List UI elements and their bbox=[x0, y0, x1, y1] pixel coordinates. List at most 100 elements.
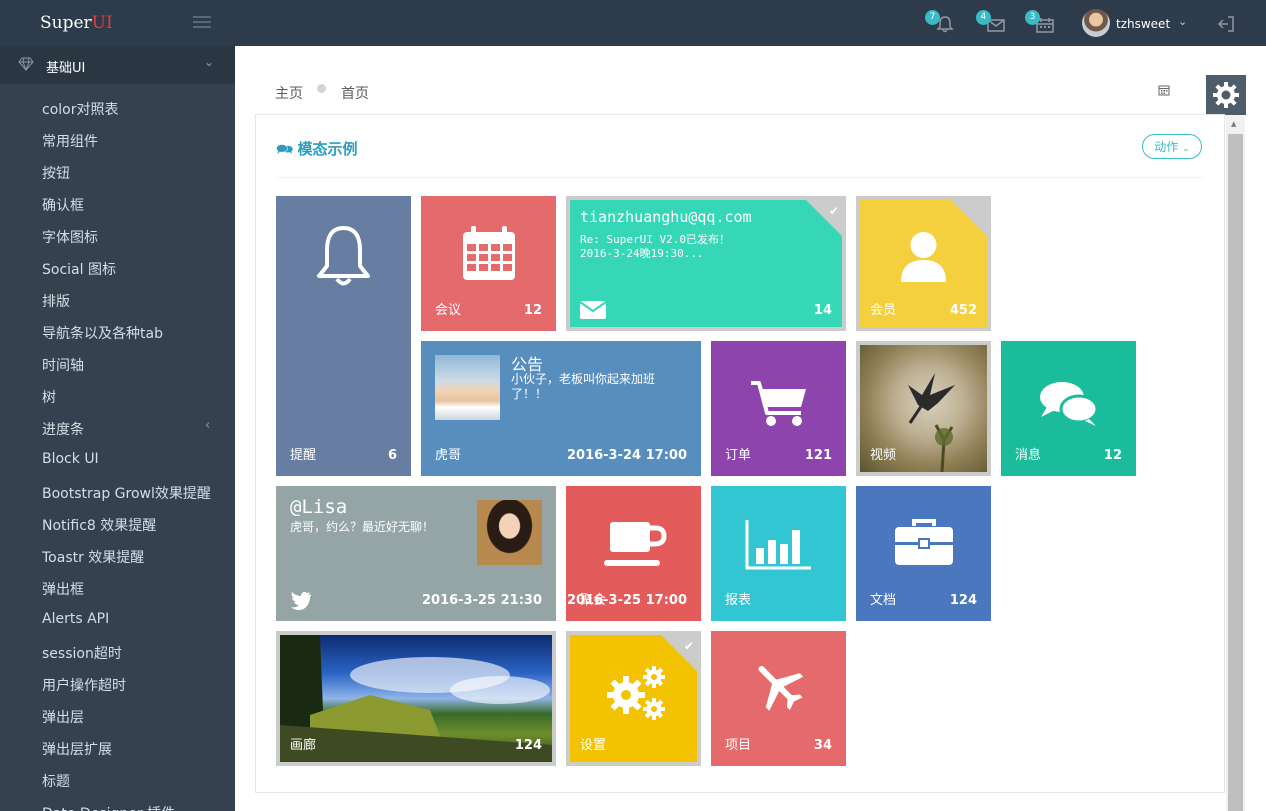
sidebar-item-modal[interactable]: 弹出层 bbox=[42, 707, 84, 727]
tile-settings[interactable]: ✔ 设置 bbox=[566, 631, 701, 766]
tile-reminder[interactable]: 提醒 6 bbox=[276, 196, 411, 476]
sidebar-item-navbar-tabs[interactable]: 导航条以及各种tab bbox=[42, 323, 163, 343]
tile-label: 画廊 bbox=[290, 738, 317, 753]
tile-label: 会议 bbox=[435, 303, 462, 318]
comments-icon bbox=[1040, 382, 1099, 426]
notifications-badge: 7 bbox=[925, 10, 940, 25]
sidebar-item-buttons[interactable]: 按钮 bbox=[42, 163, 70, 183]
tile-coffee[interactable]: 聚会 2016-3-25 17:00 bbox=[566, 486, 701, 621]
sidebar-item-color-table[interactable]: color对照表 bbox=[42, 99, 118, 119]
lisa-avatar bbox=[477, 500, 542, 565]
main-content: 主页 首页 ▲ 🗪 模态示例 动作 ⌄ 提醒 6 会议 12 ✔ tianzhu… bbox=[235, 46, 1266, 811]
landscape-photo bbox=[280, 635, 552, 762]
calendar-icon[interactable] bbox=[1158, 84, 1170, 96]
bell-icon bbox=[317, 226, 370, 286]
app-logo[interactable]: SuperUI bbox=[40, 13, 113, 33]
sidebar-item-confirm[interactable]: 确认框 bbox=[42, 195, 84, 215]
diamond-icon bbox=[18, 57, 34, 71]
tile-meeting[interactable]: 会议 12 bbox=[421, 196, 556, 331]
tile-report[interactable]: 报表 bbox=[711, 486, 846, 621]
gear-icon bbox=[1213, 82, 1239, 108]
tile-lisa[interactable]: @Lisa 虎哥，约么？最近好无聊！ 2016-3-25 21:30 bbox=[276, 486, 556, 621]
tile-project[interactable]: 项目 34 bbox=[711, 631, 846, 766]
coffee-date: 2016-3-25 17:00 bbox=[566, 593, 687, 608]
coffee-icon bbox=[604, 522, 667, 566]
sidebar-item-growl[interactable]: Bootstrap Growl效果提醒 bbox=[42, 483, 211, 503]
sidebar-item-date-designer[interactable]: Date Designer 插件 bbox=[42, 803, 175, 811]
chevron-down-icon[interactable]: ⌄ bbox=[1178, 15, 1187, 28]
sidebar-section-header[interactable]: 基础UI ⌄ bbox=[0, 46, 235, 84]
sidebar-item-timeline[interactable]: 时间轴 bbox=[42, 355, 84, 375]
menu-toggle-icon[interactable] bbox=[193, 16, 211, 30]
logout-icon[interactable] bbox=[1216, 14, 1236, 34]
comment-icon: 🗪 bbox=[276, 142, 294, 158]
breadcrumb-separator bbox=[317, 84, 326, 93]
lisa-date: 2016-3-25 21:30 bbox=[421, 593, 542, 608]
check-icon: ✔ bbox=[683, 639, 694, 653]
settings-button[interactable] bbox=[1206, 75, 1246, 115]
tile-count: 124 bbox=[949, 593, 977, 608]
tile-label: 会员 bbox=[870, 303, 897, 318]
sidebar-item-progress[interactable]: 进度条 bbox=[42, 419, 84, 439]
user-avatar[interactable] bbox=[1082, 9, 1110, 37]
mail-address: tianzhuanghu@qq.com bbox=[580, 208, 752, 226]
messages-button[interactable]: 4 bbox=[976, 10, 1008, 36]
check-icon: ✔ bbox=[828, 204, 839, 218]
calendar-button[interactable]: 3 bbox=[1025, 10, 1057, 36]
actions-dropdown[interactable]: 动作 ⌄ bbox=[1142, 134, 1202, 159]
scrollbar-thumb[interactable] bbox=[1228, 134, 1243, 811]
tile-gallery[interactable]: 画廊 124 bbox=[276, 631, 556, 766]
lisa-heading: @Lisa bbox=[290, 496, 348, 518]
sidebar-item-font-icons[interactable]: 字体图标 bbox=[42, 227, 98, 247]
tile-label: 设置 bbox=[580, 738, 607, 753]
tile-video[interactable]: 视频 bbox=[856, 341, 991, 476]
sidebar: 基础UI ⌄ color对照表 常用组件 按钮 确认框 字体图标 Social … bbox=[0, 46, 235, 811]
envelope-icon bbox=[580, 301, 606, 319]
sidebar-item-session-timeout[interactable]: session超时 bbox=[42, 643, 122, 663]
scroll-up-arrow[interactable]: ▲ bbox=[1231, 120, 1236, 128]
sidebar-item-title[interactable]: 标题 bbox=[42, 771, 70, 791]
sidebar-item-block-ui[interactable]: Block UI bbox=[42, 451, 99, 467]
chevron-down-icon: ⌄ bbox=[1182, 144, 1190, 154]
tile-count: 452 bbox=[949, 303, 977, 318]
breadcrumb-current: 首页 bbox=[341, 86, 369, 102]
username[interactable]: tzhsweet bbox=[1116, 17, 1170, 31]
sidebar-item-alerts-api[interactable]: Alerts API bbox=[42, 611, 109, 627]
tile-count: 34 bbox=[813, 738, 832, 753]
tile-orders[interactable]: 订单 121 bbox=[711, 341, 846, 476]
chevron-down-icon: ⌄ bbox=[204, 55, 215, 69]
sidebar-item-popup[interactable]: 弹出框 bbox=[42, 579, 84, 599]
breadcrumb-home[interactable]: 主页 bbox=[275, 83, 303, 103]
user-icon bbox=[901, 232, 946, 282]
notice-text: 小伙子，老板叫你起来加班了！！ bbox=[511, 372, 656, 401]
sidebar-item-tree[interactable]: 树 bbox=[42, 387, 56, 407]
tile-count: 12 bbox=[523, 303, 542, 318]
chevron-left-icon: ‹ bbox=[205, 418, 211, 433]
sidebar-item-notific8[interactable]: Notific8 效果提醒 bbox=[42, 515, 156, 535]
sidebar-item-modal-ext[interactable]: 弹出层扩展 bbox=[42, 739, 112, 759]
messages-badge: 4 bbox=[976, 10, 991, 25]
mail-time: 2016-3-24晚19:30... bbox=[580, 247, 704, 260]
sidebar-item-social-icons[interactable]: Social 图标 bbox=[42, 259, 116, 279]
portlet-title: 🗪 模态示例 bbox=[276, 140, 358, 158]
tile-notice[interactable]: 公告 小伙子，老板叫你起来加班了！！ 虎哥 2016-3-24 17:00 bbox=[421, 341, 701, 476]
lisa-text: 虎哥，约么？最近好无聊！ bbox=[290, 520, 435, 534]
tile-mail[interactable]: ✔ tianzhuanghu@qq.com Re: SuperUI V2.0已发… bbox=[566, 196, 846, 331]
tile-messages[interactable]: 消息 12 bbox=[1001, 341, 1136, 476]
actions-label: 动作 bbox=[1154, 140, 1179, 154]
tile-label: 订单 bbox=[725, 448, 752, 463]
sidebar-item-idle-timeout[interactable]: 用户操作超时 bbox=[42, 675, 126, 695]
tile-member[interactable]: 会员 452 bbox=[856, 196, 991, 331]
tile-label: 报表 bbox=[725, 593, 752, 608]
tile-label: 虎哥 bbox=[435, 448, 462, 463]
notifications-button[interactable]: 7 bbox=[925, 10, 957, 36]
sidebar-item-toastr[interactable]: Toastr 效果提醒 bbox=[42, 547, 144, 567]
calendar-badge: 3 bbox=[1025, 10, 1040, 25]
tile-count: 124 bbox=[514, 738, 542, 753]
sidebar-item-typography[interactable]: 排版 bbox=[42, 291, 70, 311]
sidebar-item-components[interactable]: 常用组件 bbox=[42, 131, 98, 151]
gears-icon bbox=[607, 666, 665, 720]
tile-docs[interactable]: 文档 124 bbox=[856, 486, 991, 621]
calendar-icon bbox=[463, 226, 515, 280]
twitter-icon bbox=[291, 592, 311, 610]
